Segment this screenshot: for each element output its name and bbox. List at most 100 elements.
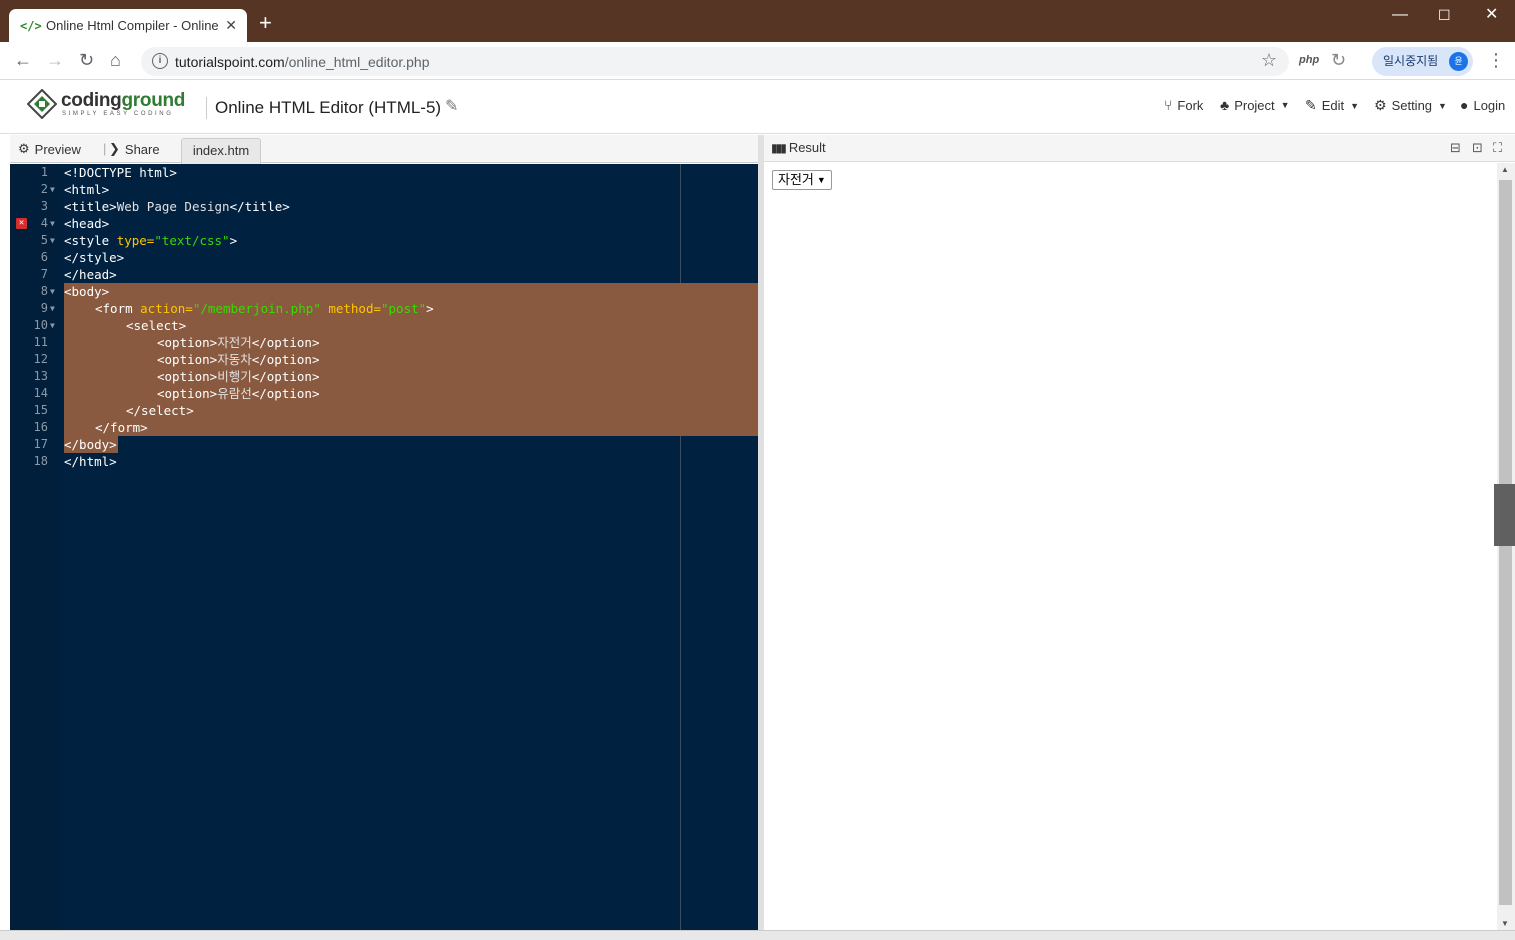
preview-button[interactable]: ⚙ Preview: [18, 141, 81, 157]
code-line[interactable]: 15 </select>: [10, 402, 758, 419]
profile-label: 일시중지됨: [1383, 54, 1439, 68]
profile-button[interactable]: 일시중지됨 윤: [1372, 47, 1473, 76]
code-line[interactable]: 3 <title>Web Page Design</title>: [10, 198, 758, 215]
line-number: 12: [33, 352, 48, 366]
code-editor[interactable]: 1 <!DOCTYPE html> 2 ▼ <html> 3 <title>Web Page…: [10, 164, 758, 930]
edit-title-icon[interactable]: ✎: [445, 96, 458, 116]
code-token: <!DOCTYPE html>: [64, 165, 177, 180]
fold-toggle-icon[interactable]: ▼: [50, 181, 55, 198]
code-line[interactable]: 11 <option>자전거</option>: [10, 334, 758, 351]
code-token: </body>: [64, 437, 117, 452]
header-divider: [206, 97, 207, 119]
compress-icon[interactable]: ⊟: [1450, 140, 1461, 156]
home-button[interactable]: ⌂: [110, 50, 121, 70]
codingground-logo-icon[interactable]: [27, 89, 57, 119]
close-window-button[interactable]: ✕: [1485, 6, 1498, 24]
fold-toggle-icon[interactable]: ▼: [50, 232, 55, 249]
code-line[interactable]: 7 </head>: [10, 266, 758, 283]
code-line[interactable]: 13 <option>비행기</option>: [10, 368, 758, 385]
project-menu[interactable]: ♣ Project ▼: [1220, 97, 1290, 113]
code-line[interactable]: 5 ▼ <style type="text/css">: [10, 232, 758, 249]
code-line[interactable]: 1 <!DOCTYPE html>: [10, 164, 758, 181]
code-line[interactable]: 16 </form>: [10, 419, 758, 436]
result-output: 자전거 ▼: [764, 163, 1497, 930]
setting-label: Setting: [1391, 98, 1433, 113]
code-line[interactable]: 6 </style>: [10, 249, 758, 266]
select-value: 자전거: [778, 172, 814, 187]
scroll-up-icon[interactable]: ▲: [1501, 165, 1509, 174]
code-line[interactable]: ✕ 4 ▼ <head>: [10, 215, 758, 232]
fold-toggle-icon[interactable]: ▼: [50, 283, 55, 300]
forward-button[interactable]: →: [46, 50, 64, 70]
share-label: Share: [124, 141, 160, 157]
setting-menu[interactable]: ⚙ Setting ▼: [1374, 97, 1447, 114]
fullscreen-icon[interactable]: ⛶: [1493, 140, 1502, 156]
code-token: <body>: [64, 284, 110, 299]
caret-down-icon: ▼: [1350, 100, 1360, 111]
code-line[interactable]: 8 ▼ <body>: [10, 283, 758, 300]
logo-text[interactable]: codingground: [61, 90, 185, 112]
code-token: action=: [140, 301, 193, 316]
code-token: <option>: [157, 369, 218, 384]
side-scroll-handle[interactable]: [1494, 484, 1515, 546]
code-token: "/memberjoin.php": [192, 301, 321, 316]
code-line[interactable]: 9 ▼ <form action="/memberjoin.php" method=…: [10, 300, 758, 317]
bottom-status-bar: [0, 930, 1515, 940]
share-button[interactable]: ❯ Share: [109, 141, 160, 157]
code-line[interactable]: 18 </html>: [10, 453, 758, 470]
fork-button[interactable]: ⑂ Fork: [1164, 97, 1203, 113]
minimize-button[interactable]: —: [1392, 6, 1408, 24]
code-line[interactable]: 14 <option>유람선</option>: [10, 385, 758, 402]
line-number: 14: [33, 386, 48, 400]
line-number: 18: [33, 454, 48, 468]
result-toolbar: ▮▮▮ Result ⊟ ⊡ ⛶: [764, 135, 1515, 162]
fold-toggle-icon[interactable]: ▼: [50, 215, 55, 232]
site-header: codingground SIMPLY EASY CODING Online H…: [0, 81, 1515, 134]
code-text: </select>: [126, 402, 194, 419]
result-scrollbar[interactable]: ▲ ▼: [1497, 163, 1515, 930]
tab-index-htm[interactable]: index.htm: [181, 138, 261, 164]
code-token: <html>: [64, 182, 110, 197]
back-button[interactable]: ←: [14, 50, 32, 70]
code-line[interactable]: 12 <option>자동차</option>: [10, 351, 758, 368]
reload-button[interactable]: ↻: [79, 50, 94, 70]
code-token: <select>: [126, 318, 187, 333]
edit-menu[interactable]: ✎ Edit ▼: [1305, 97, 1359, 114]
restore-icon[interactable]: ⊡: [1472, 140, 1483, 156]
toolbar-separator: |: [103, 141, 107, 156]
code-line[interactable]: 17 </body>: [10, 436, 758, 453]
browser-menu-icon[interactable]: ⋮: [1487, 50, 1505, 71]
caret-down-icon: ▼: [1438, 100, 1447, 111]
browser-tab[interactable]: </> Online Html Compiler - Online H ✕: [9, 9, 247, 42]
code-token: type=: [116, 233, 155, 248]
url-text: tutorialspoint.com/online_html_editor.ph…: [175, 54, 430, 70]
site-info-icon[interactable]: i: [152, 53, 168, 69]
fold-toggle-icon[interactable]: ▼: [50, 300, 55, 317]
close-tab-icon[interactable]: ✕: [225, 17, 237, 34]
browser-titlebar: </> Online Html Compiler - Online H ✕ + …: [0, 0, 1515, 42]
url-input[interactable]: i tutorialspoint.com/online_html_editor.…: [141, 47, 1289, 76]
bar-chart-icon: ▮▮▮: [771, 140, 787, 155]
code-line[interactable]: 2 ▼ <html>: [10, 181, 758, 198]
editor-toolbar: ⚙ Preview | ❯ Share index.htm: [10, 135, 758, 164]
fold-toggle-icon[interactable]: ▼: [50, 317, 55, 334]
code-token: 자전거: [217, 335, 252, 350]
scroll-down-icon[interactable]: ▼: [1501, 919, 1509, 928]
extension-reload-icon[interactable]: ↻: [1331, 50, 1346, 71]
code-text: <style type="text/css">: [64, 232, 237, 249]
bookmark-star-icon[interactable]: ☆: [1261, 50, 1277, 71]
maximize-button[interactable]: ☐: [1438, 6, 1451, 24]
code-text: <title>Web Page Design</title>: [64, 198, 290, 215]
code-line[interactable]: 10 ▼ <select>: [10, 317, 758, 334]
transport-select[interactable]: 자전거 ▼: [772, 170, 832, 190]
line-number: 9: [40, 301, 48, 315]
selection-highlight: [64, 283, 758, 300]
url-path: /online_html_editor.php: [284, 54, 430, 70]
preview-label: Preview: [34, 141, 81, 157]
code-token: <option>: [157, 386, 218, 401]
avatar: 윤: [1449, 52, 1468, 71]
result-title: ▮▮▮ Result: [771, 140, 826, 155]
new-tab-button[interactable]: +: [259, 12, 272, 34]
login-button[interactable]: ● Login: [1460, 97, 1505, 113]
php-extension-icon[interactable]: php: [1299, 54, 1319, 66]
